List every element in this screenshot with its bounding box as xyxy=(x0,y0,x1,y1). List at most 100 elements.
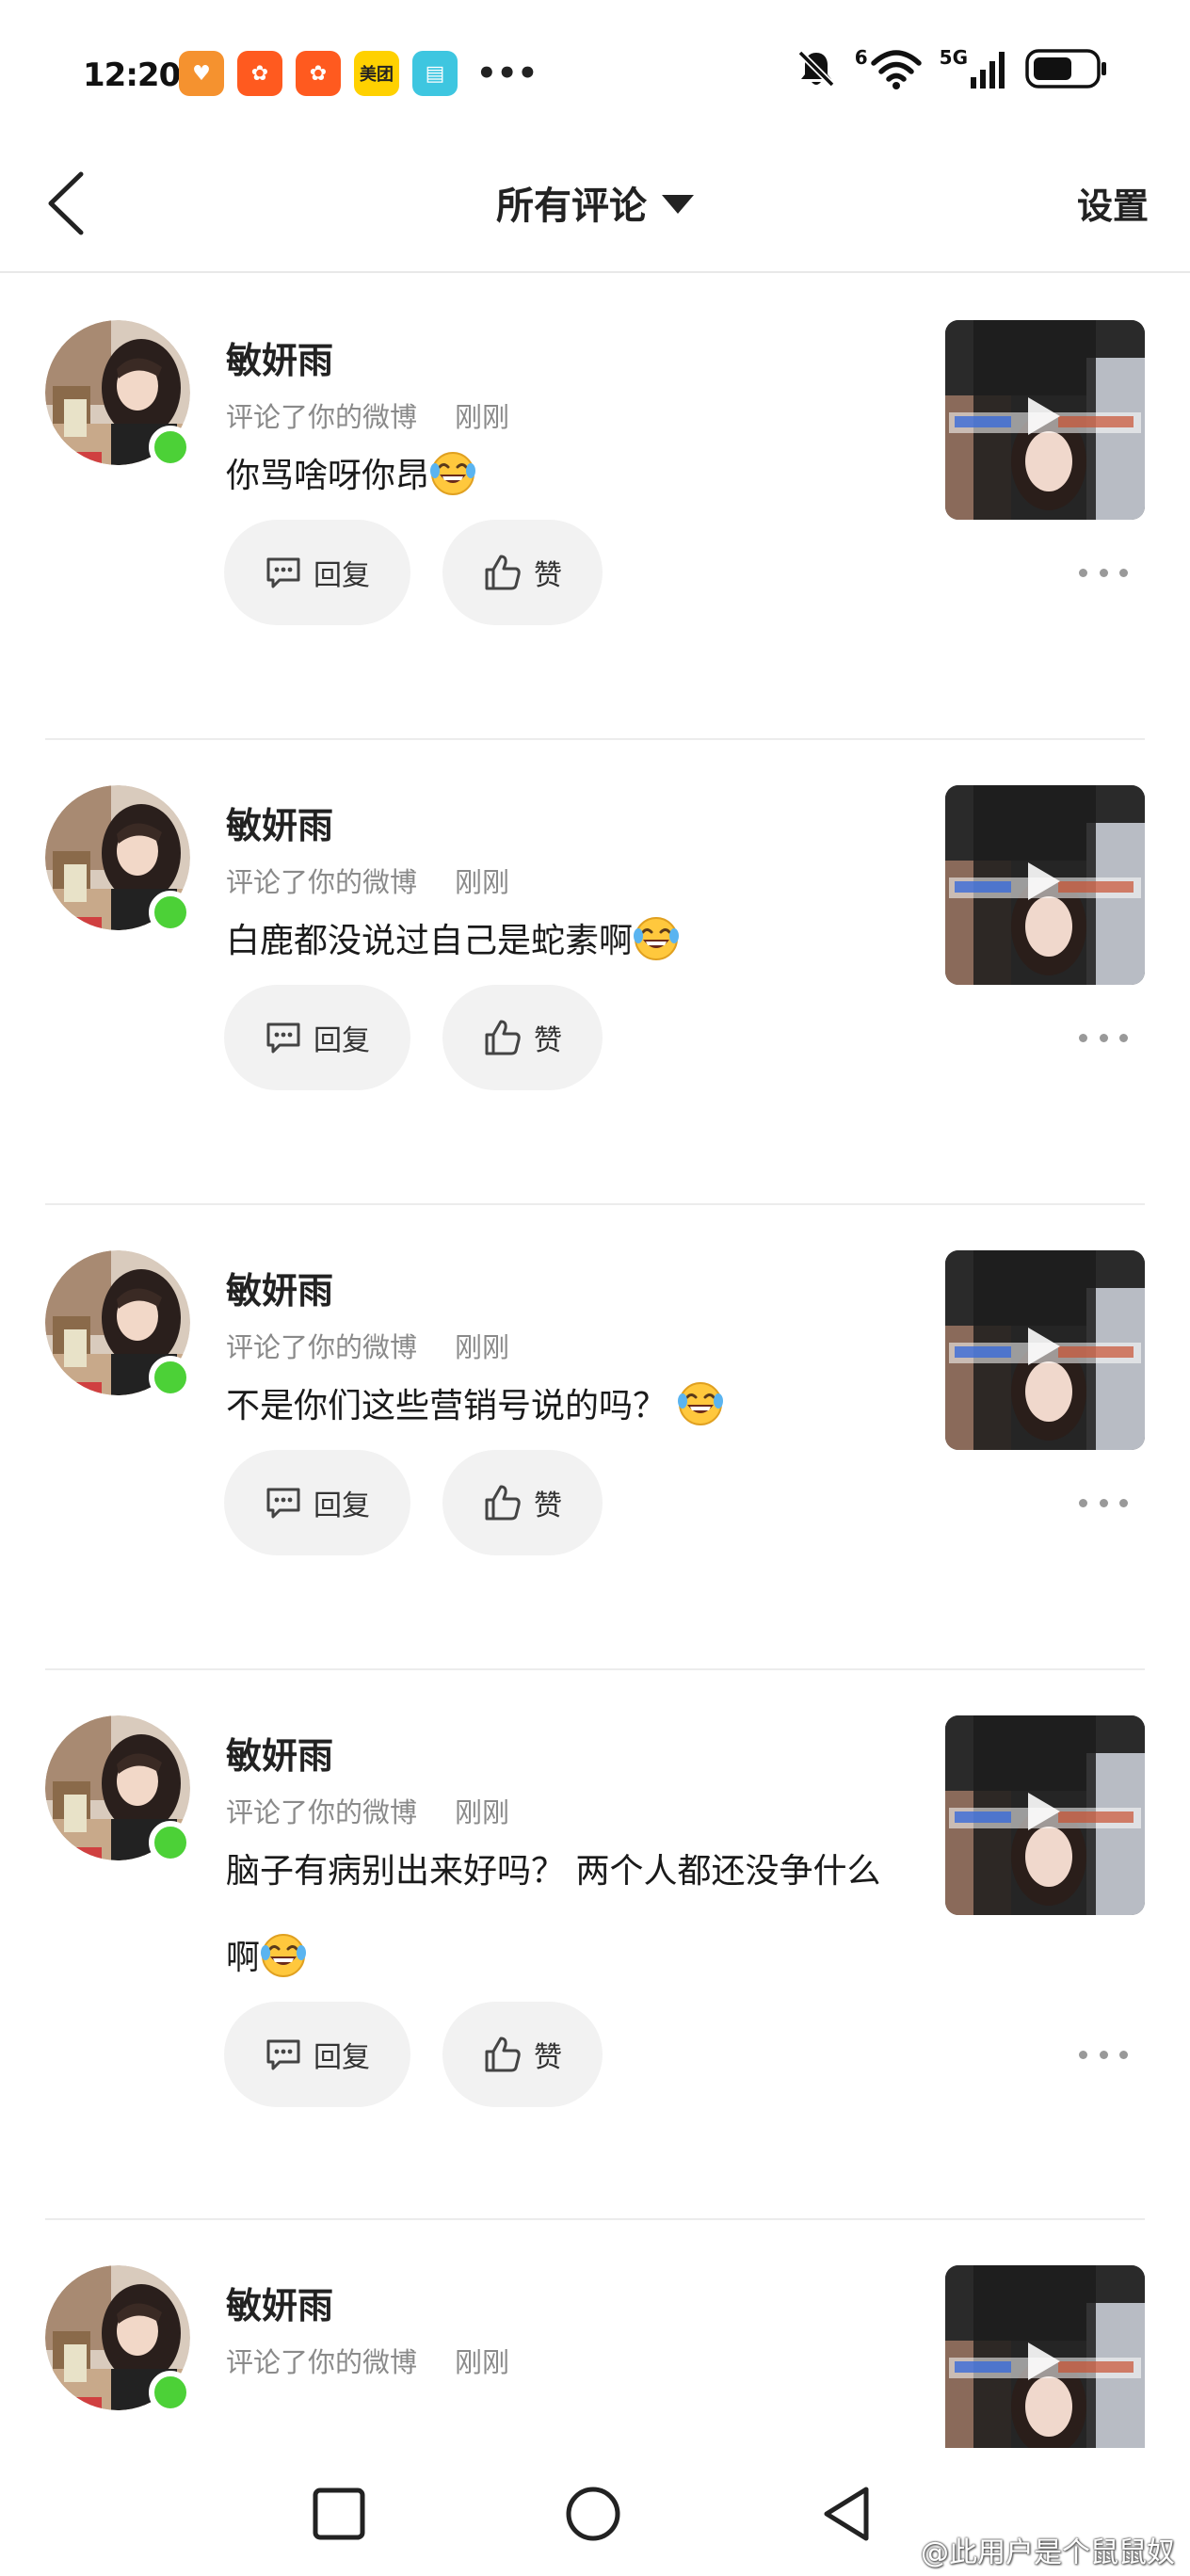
online-status-dot xyxy=(149,1356,192,1399)
home-button[interactable] xyxy=(555,2476,631,2552)
dot-icon xyxy=(1079,1498,1087,1507)
comment-list: 敏妍雨 评论了你的微博 刚刚 你骂啥呀你昂 回复 赞 敏妍雨 评论了你的微博 刚… xyxy=(0,275,1190,2448)
user-avatar[interactable] xyxy=(45,785,192,934)
weibo-watermark: @此用户是个鼠鼠奴 xyxy=(877,2529,1175,2570)
notification-app-icons: ♥ ✿ ✿ 美团 ▤ ••• xyxy=(179,51,538,96)
user-avatar[interactable] xyxy=(45,320,192,469)
comment-meta: 评论了你的微博 刚刚 xyxy=(226,1791,509,1830)
online-status-dot xyxy=(149,2371,192,2414)
comment-time: 刚刚 xyxy=(455,866,510,898)
user-avatar[interactable] xyxy=(45,2265,192,2414)
user-avatar[interactable] xyxy=(45,1250,192,1399)
user-name[interactable]: 敏妍雨 xyxy=(226,1262,333,1313)
settings-button[interactable]: 设置 xyxy=(1077,177,1149,229)
user-name[interactable]: 敏妍雨 xyxy=(226,1727,333,1779)
comment-time: 刚刚 xyxy=(455,2346,510,2378)
video-thumbnail xyxy=(945,785,1145,985)
status-indicators: 6 5G xyxy=(795,46,1109,90)
laugh-cry-emoji-icon xyxy=(678,1382,724,1425)
comment-text: 白鹿都没说过自己是蛇素啊 xyxy=(226,898,904,985)
dot-icon xyxy=(1099,1498,1108,1507)
user-name[interactable]: 敏妍雨 xyxy=(226,797,333,848)
wifi-icon: 6 xyxy=(855,46,923,89)
triangle-back-icon xyxy=(824,2487,869,2541)
weibo-post-thumbnail[interactable] xyxy=(945,1250,1145,1450)
laugh-cry-emoji-icon xyxy=(634,917,680,960)
laugh-cry-emoji-icon xyxy=(430,452,476,495)
watermark-text: @此用户是个鼠鼠奴 xyxy=(921,2536,1175,2569)
reply-label: 回复 xyxy=(314,1024,370,1057)
top-nav-bar: 所有评论 设置 xyxy=(0,132,1190,273)
cellular-signal-icon: 5G xyxy=(940,46,1007,89)
reply-label: 回复 xyxy=(314,559,370,592)
comment-meta: 评论了你的微博 刚刚 xyxy=(226,1326,509,1365)
caret-down-icon xyxy=(662,195,694,214)
dot-icon xyxy=(1099,2050,1108,2059)
weibo-post-thumbnail[interactable] xyxy=(945,2265,1145,2448)
reply-button[interactable]: 回复 xyxy=(224,520,410,625)
reply-button[interactable]: 回复 xyxy=(224,1450,410,1555)
comment-card[interactable]: 敏妍雨 评论了你的微博 刚刚 xyxy=(0,2220,1190,2448)
dot-icon xyxy=(1119,2050,1128,2059)
user-avatar[interactable] xyxy=(45,1715,192,1864)
comment-action: 评论了你的微博 xyxy=(226,401,418,433)
comment-action: 评论了你的微博 xyxy=(226,866,418,898)
reply-button[interactable]: 回复 xyxy=(224,985,410,1090)
dot-icon xyxy=(1119,568,1128,577)
comment-card[interactable]: 敏妍雨 评论了你的微博 刚刚 你骂啥呀你昂 回复 赞 xyxy=(0,275,1190,740)
comment-bubble-icon xyxy=(266,1022,300,1054)
video-thumbnail xyxy=(945,1250,1145,1450)
status-bar: 12:20 ♥ ✿ ✿ 美团 ▤ ••• 6 5G xyxy=(0,0,1190,132)
dot-icon xyxy=(1119,1498,1128,1507)
thumbs-up-icon xyxy=(485,1020,521,1055)
online-status-dot xyxy=(149,426,192,469)
recent-apps-button[interactable] xyxy=(301,2476,377,2552)
like-label: 赞 xyxy=(534,559,562,592)
video-thumbnail xyxy=(945,320,1145,520)
square-icon xyxy=(313,2487,365,2540)
comment-time: 刚刚 xyxy=(455,401,510,433)
circle-icon xyxy=(566,2487,620,2541)
comment-bubble-icon xyxy=(266,1488,300,1519)
comment-body: 脑子有病别出来好吗？ 两个人都还没争什么啊 xyxy=(226,1852,881,1977)
comment-action: 评论了你的微博 xyxy=(226,1796,418,1828)
user-name[interactable]: 敏妍雨 xyxy=(226,2277,333,2328)
kuaishou-app-icon: ✿ xyxy=(237,51,282,96)
mute-bell-icon xyxy=(795,47,838,90)
laugh-cry-emoji-icon xyxy=(261,1934,307,1977)
weibo-post-thumbnail[interactable] xyxy=(945,320,1145,520)
like-button[interactable]: 赞 xyxy=(442,985,603,1090)
more-options-button[interactable] xyxy=(1079,554,1128,591)
comment-card[interactable]: 敏妍雨 评论了你的微博 刚刚 不是你们这些营销号说的吗？ 回复 赞 xyxy=(0,1205,1190,1670)
weibo-post-thumbnail[interactable] xyxy=(945,1715,1145,1915)
like-label: 赞 xyxy=(534,1024,562,1057)
weibo-post-thumbnail[interactable] xyxy=(945,785,1145,985)
like-button[interactable]: 赞 xyxy=(442,2002,603,2107)
like-button[interactable]: 赞 xyxy=(442,520,603,625)
comment-bubble-icon xyxy=(266,2039,300,2070)
thumbs-up-icon xyxy=(485,555,521,590)
like-button[interactable]: 赞 xyxy=(442,1450,603,1555)
comment-meta: 评论了你的微博 刚刚 xyxy=(226,2341,509,2380)
like-label: 赞 xyxy=(534,2041,562,2074)
more-options-button[interactable] xyxy=(1079,1484,1128,1521)
comment-card[interactable]: 敏妍雨 评论了你的微博 刚刚 白鹿都没说过自己是蛇素啊 回复 赞 xyxy=(0,740,1190,1205)
reply-label: 回复 xyxy=(314,1489,370,1522)
comment-body: 你骂啥呀你昂 xyxy=(226,457,430,495)
more-options-button[interactable] xyxy=(1079,2036,1128,2073)
user-name[interactable]: 敏妍雨 xyxy=(226,331,333,383)
dot-icon xyxy=(1119,1033,1128,1042)
comment-filter-dropdown[interactable]: 所有评论 xyxy=(0,175,1190,230)
dot-icon xyxy=(1099,1033,1108,1042)
reader-app-icon: ▤ xyxy=(412,51,458,96)
comment-action: 评论了你的微博 xyxy=(226,2346,418,2378)
weibo-logo-icon xyxy=(878,2538,913,2565)
comment-action: 评论了你的微博 xyxy=(226,1331,418,1363)
reply-button[interactable]: 回复 xyxy=(224,2002,410,2107)
battery-icon xyxy=(1024,47,1109,90)
more-options-button[interactable] xyxy=(1079,1019,1128,1056)
more-notifications-icon: ••• xyxy=(476,55,539,92)
back-nav-button[interactable] xyxy=(810,2476,885,2552)
comment-time: 刚刚 xyxy=(455,1331,510,1363)
comment-card[interactable]: 敏妍雨 评论了你的微博 刚刚 脑子有病别出来好吗？ 两个人都还没争什么啊 回复 … xyxy=(0,1670,1190,2220)
